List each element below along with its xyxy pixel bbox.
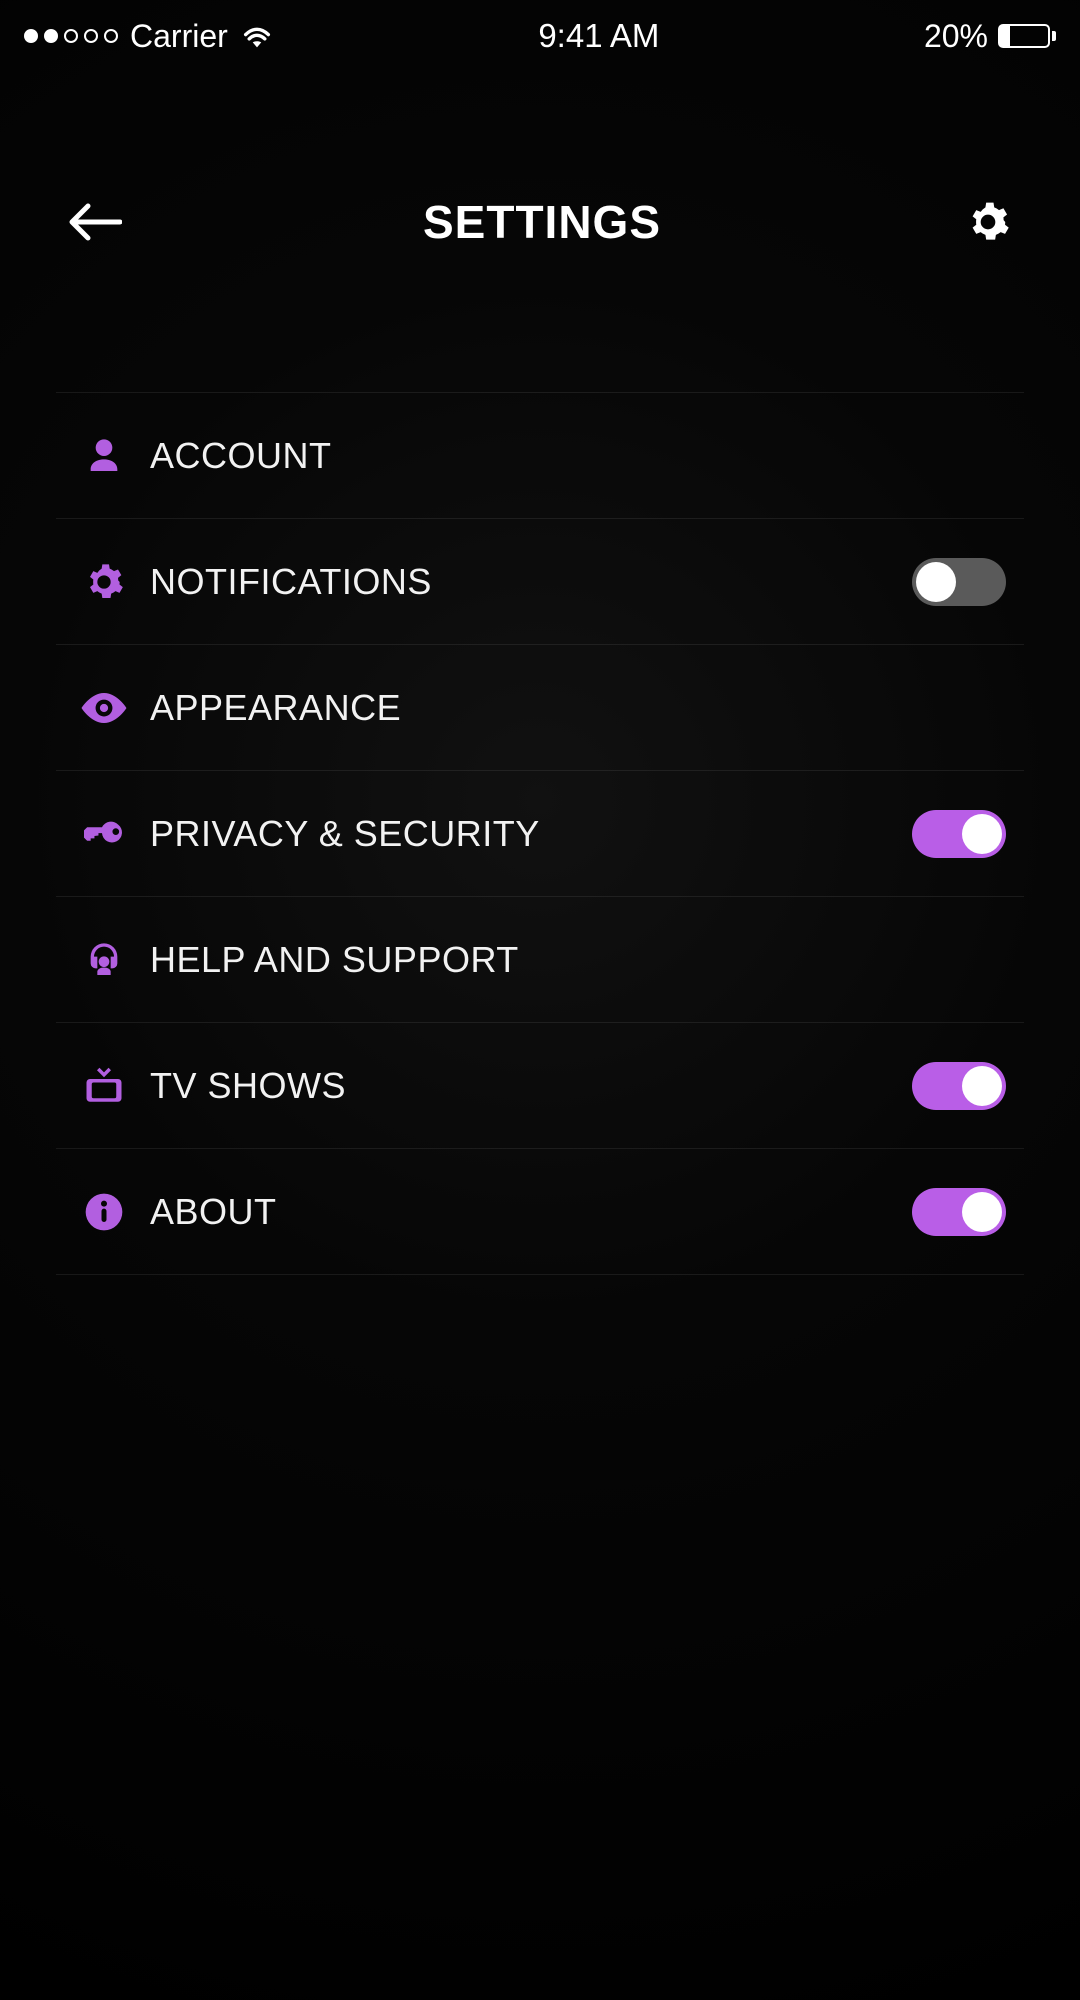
battery-icon xyxy=(998,24,1056,48)
notifications-toggle[interactable] xyxy=(912,558,1006,606)
row-help-support[interactable]: HELP AND SUPPORT xyxy=(56,897,1024,1023)
row-account[interactable]: ACCOUNT xyxy=(56,393,1024,519)
row-appearance[interactable]: APPEARANCE xyxy=(56,645,1024,771)
back-button[interactable] xyxy=(64,192,124,252)
row-notifications[interactable]: NOTIFICATIONS xyxy=(56,519,1024,645)
row-label: ABOUT xyxy=(144,1191,912,1233)
arrow-left-icon xyxy=(66,202,122,242)
gear-icon xyxy=(64,562,144,602)
key-icon xyxy=(64,814,144,854)
privacy-toggle[interactable] xyxy=(912,810,1006,858)
status-left: Carrier xyxy=(24,18,274,55)
signal-strength-icon xyxy=(24,29,118,43)
header: SETTINGS xyxy=(0,192,1080,252)
gear-icon xyxy=(966,200,1010,244)
settings-button[interactable] xyxy=(960,194,1016,250)
tv-shows-toggle[interactable] xyxy=(912,1062,1006,1110)
carrier-label: Carrier xyxy=(130,18,228,55)
status-bar: Carrier 9:41 AM 20% xyxy=(0,0,1080,72)
wifi-icon xyxy=(240,23,274,49)
row-label: ACCOUNT xyxy=(144,435,1006,477)
info-icon xyxy=(64,1192,144,1232)
headset-icon xyxy=(64,940,144,980)
row-about[interactable]: ABOUT xyxy=(56,1149,1024,1275)
user-icon xyxy=(64,436,144,476)
status-time: 9:41 AM xyxy=(538,17,659,55)
row-label: APPEARANCE xyxy=(144,687,1006,729)
row-label: NOTIFICATIONS xyxy=(144,561,912,603)
tv-icon xyxy=(64,1065,144,1107)
eye-icon xyxy=(64,693,144,723)
page-title: SETTINGS xyxy=(124,195,960,249)
about-toggle[interactable] xyxy=(912,1188,1006,1236)
battery-percent: 20% xyxy=(924,18,988,55)
row-label: TV SHOWS xyxy=(144,1065,912,1107)
row-label: PRIVACY & SECURITY xyxy=(144,813,912,855)
status-right: 20% xyxy=(924,18,1056,55)
row-label: HELP AND SUPPORT xyxy=(144,939,1006,981)
row-privacy-security[interactable]: PRIVACY & SECURITY xyxy=(56,771,1024,897)
settings-list: ACCOUNT NOTIFICATIONS APPEARANCE PRIVACY… xyxy=(56,392,1024,1275)
row-tv-shows[interactable]: TV SHOWS xyxy=(56,1023,1024,1149)
